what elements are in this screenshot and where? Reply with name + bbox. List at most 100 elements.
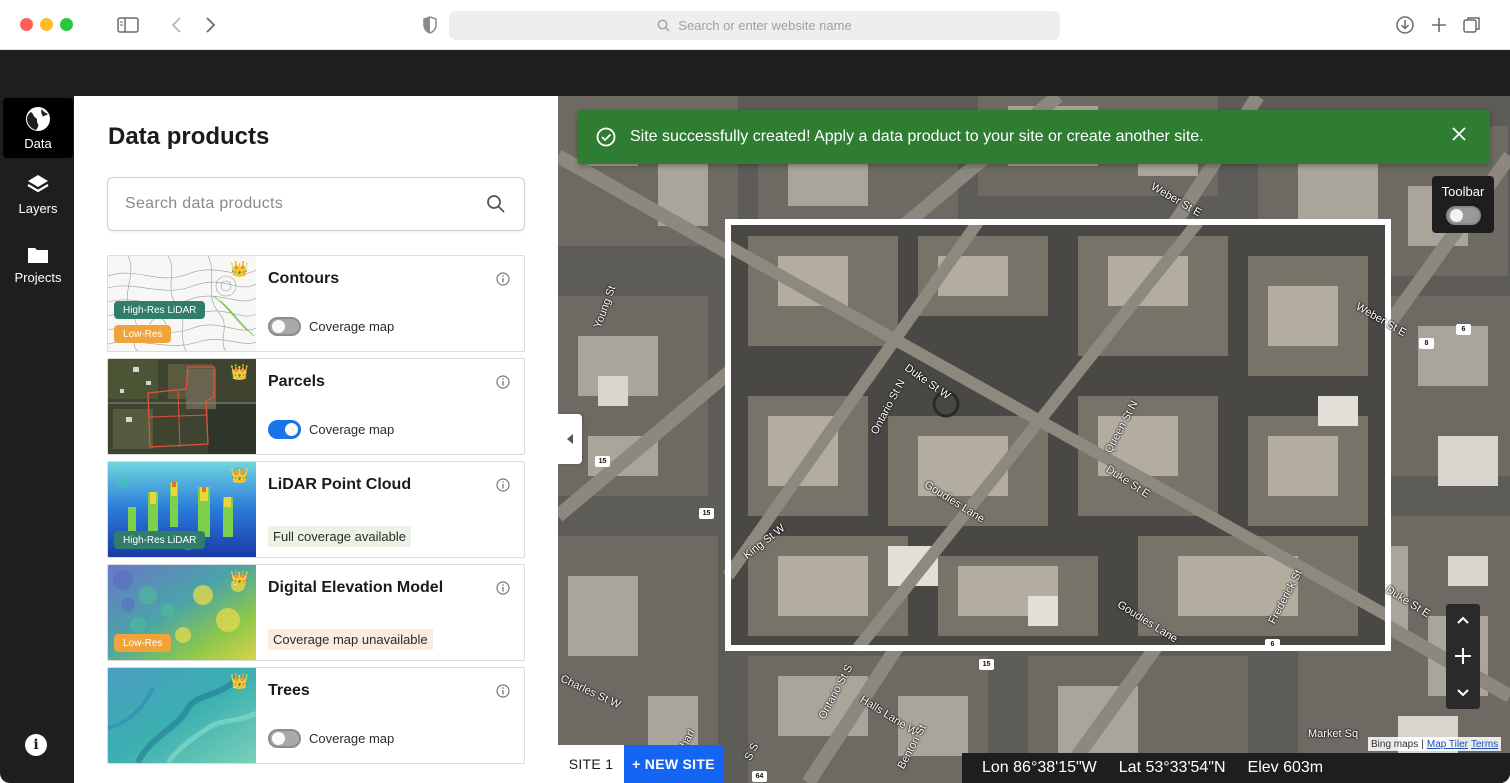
crown-icon: 👑 [230,261,249,278]
browser-toolbar: Search or enter website name [0,0,1510,50]
lidar-thumbnail: 👑 High-Res LiDAR [108,462,256,557]
coverage-map-toggle[interactable] [268,729,301,748]
road-sign: 64 [752,771,767,782]
browser-window: Search or enter website name Data Layers… [0,0,1510,783]
chevron-left-icon [567,434,573,444]
crown-icon: 👑 [230,467,249,484]
map-tiler-link[interactable]: Map Tiler [1427,739,1468,750]
tag-low-res: Low-Res [114,325,172,343]
globe-icon [26,106,50,131]
toast-message: Site successfully created! Apply a data … [630,128,1204,145]
info-icon[interactable] [496,478,510,492]
latitude-readout: Lat 53°33'54"N [1118,759,1226,776]
coordinates-readout: Lon 86°38'15"W Lat 53°33'54"N Elev 603m [962,753,1510,783]
product-title: Parcels [268,373,325,390]
crown-icon: 👑 [230,570,249,587]
attribution-separator: | [1421,738,1424,750]
coverage-toggle-row[interactable]: Coverage map [268,420,394,439]
product-card-trees[interactable]: 👑 Trees Coverage map [107,667,525,764]
data-products-panel: Data products Search data products 👑 Hig… [74,96,558,783]
chevron-down-icon[interactable] [1456,688,1470,698]
info-icon[interactable] [496,272,510,286]
road-sign: 6 [1456,324,1471,335]
contours-thumbnail: 👑 High-Res LiDAR Low-Res [108,256,256,351]
rail-item-layers[interactable]: Layers [3,164,73,224]
minimize-window-button[interactable] [40,18,53,31]
tab-overview-icon[interactable] [1461,14,1483,36]
search-input[interactable] [125,195,465,213]
coverage-map-toggle[interactable] [268,317,301,336]
new-tab-plus-icon[interactable] [1428,14,1450,36]
map-attribution: Bing maps | Map Tiler Terms [1368,737,1502,751]
parcels-thumbnail: 👑 [108,359,256,454]
downloads-icon[interactable] [1394,14,1416,36]
road-sign: 8 [1419,338,1434,349]
tab-site-1[interactable]: SITE 1 [558,745,624,783]
info-icon[interactable] [496,684,510,698]
product-card-lidar-point-cloud[interactable]: 👑 High-Res LiDAR LiDAR Point Cloud Full … [107,461,525,558]
tag-low-res: Low-Res [114,634,172,652]
street-label: Market Sq [1308,728,1359,740]
new-site-button[interactable]: + NEW SITE [624,745,723,783]
tag-high-res-lidar: High-Res LiDAR [114,301,206,319]
rail-item-projects[interactable]: Projects [3,234,73,294]
close-icon[interactable] [1452,127,1466,141]
coverage-map-toggle[interactable] [268,420,301,439]
coverage-toggle-row[interactable]: Coverage map [268,317,394,336]
search-icon[interactable] [486,194,506,214]
longitude-readout: Lon 86°38'15"W [982,759,1097,776]
search-icon [657,19,670,32]
info-icon[interactable] [496,581,510,595]
road-sign: 15 [595,456,610,467]
toolbar-label: Toolbar [1441,184,1485,199]
info-icon[interactable] [496,375,510,389]
folder-icon [28,247,48,263]
maximize-window-button[interactable] [60,18,73,31]
road-sign: 15 [699,508,714,519]
road-sign: 6 [1265,639,1280,650]
aerial-imagery [558,96,1510,783]
product-title: Digital Elevation Model [268,579,444,596]
product-card-digital-elevation-model[interactable]: 👑 Low-Res Digital Elevation Model Covera… [107,564,525,661]
bing-maps-logo: Bing maps [1371,738,1419,750]
toolbar-toggle[interactable] [1445,206,1481,225]
success-toast: Site successfully created! Apply a data … [578,110,1490,164]
collapse-panel-button[interactable] [558,414,582,464]
dem-thumbnail: 👑 Low-Res [108,565,256,660]
product-title: Trees [268,682,310,699]
layers-icon [27,174,49,192]
forward-arrow-icon[interactable] [199,14,221,36]
rail-item-label: Projects [14,269,62,285]
toggle-label: Coverage map [309,731,395,746]
app-nav-rail: Data Layers Projects i [0,96,74,783]
app-header-bar [0,50,1510,96]
address-placeholder: Search or enter website name [678,18,852,33]
product-card-parcels[interactable]: 👑 Parcels Coverage map [107,358,525,455]
info-icon[interactable]: i [25,734,47,756]
toolbar-toggle-box[interactable]: Toolbar [1432,176,1494,233]
crown-icon: 👑 [230,673,249,690]
chevron-up-icon[interactable] [1456,615,1470,625]
elevation-readout: Elev 603m [1247,759,1324,776]
privacy-shield-icon[interactable] [419,14,441,36]
terms-link[interactable]: Terms [1471,739,1498,750]
product-title: Contours [268,270,340,287]
tag-high-res-lidar: High-Res LiDAR [114,531,206,549]
toggle-label: Coverage map [309,422,395,437]
rail-item-label: Data [24,135,52,151]
close-window-button[interactable] [20,18,33,31]
crown-icon: 👑 [230,364,249,381]
page-title: Data products [108,123,270,150]
product-card-contours[interactable]: 👑 High-Res LiDAR Low-Res Contours Covera… [107,255,525,352]
check-circle-icon [596,127,616,147]
zoom-in-plus-icon[interactable] [1454,647,1472,665]
map-view[interactable]: Weber St E Weber St E Young St Duke St W… [558,96,1510,783]
coverage-status: Coverage map unavailable [268,629,433,650]
sidebar-toggle-icon[interactable] [117,14,139,36]
back-arrow-icon[interactable] [166,14,188,36]
zoom-controls [1446,604,1480,709]
address-bar[interactable]: Search or enter website name [449,11,1060,40]
search-box[interactable] [107,177,525,231]
coverage-toggle-row[interactable]: Coverage map [268,729,394,748]
rail-item-data[interactable]: Data [3,98,73,158]
